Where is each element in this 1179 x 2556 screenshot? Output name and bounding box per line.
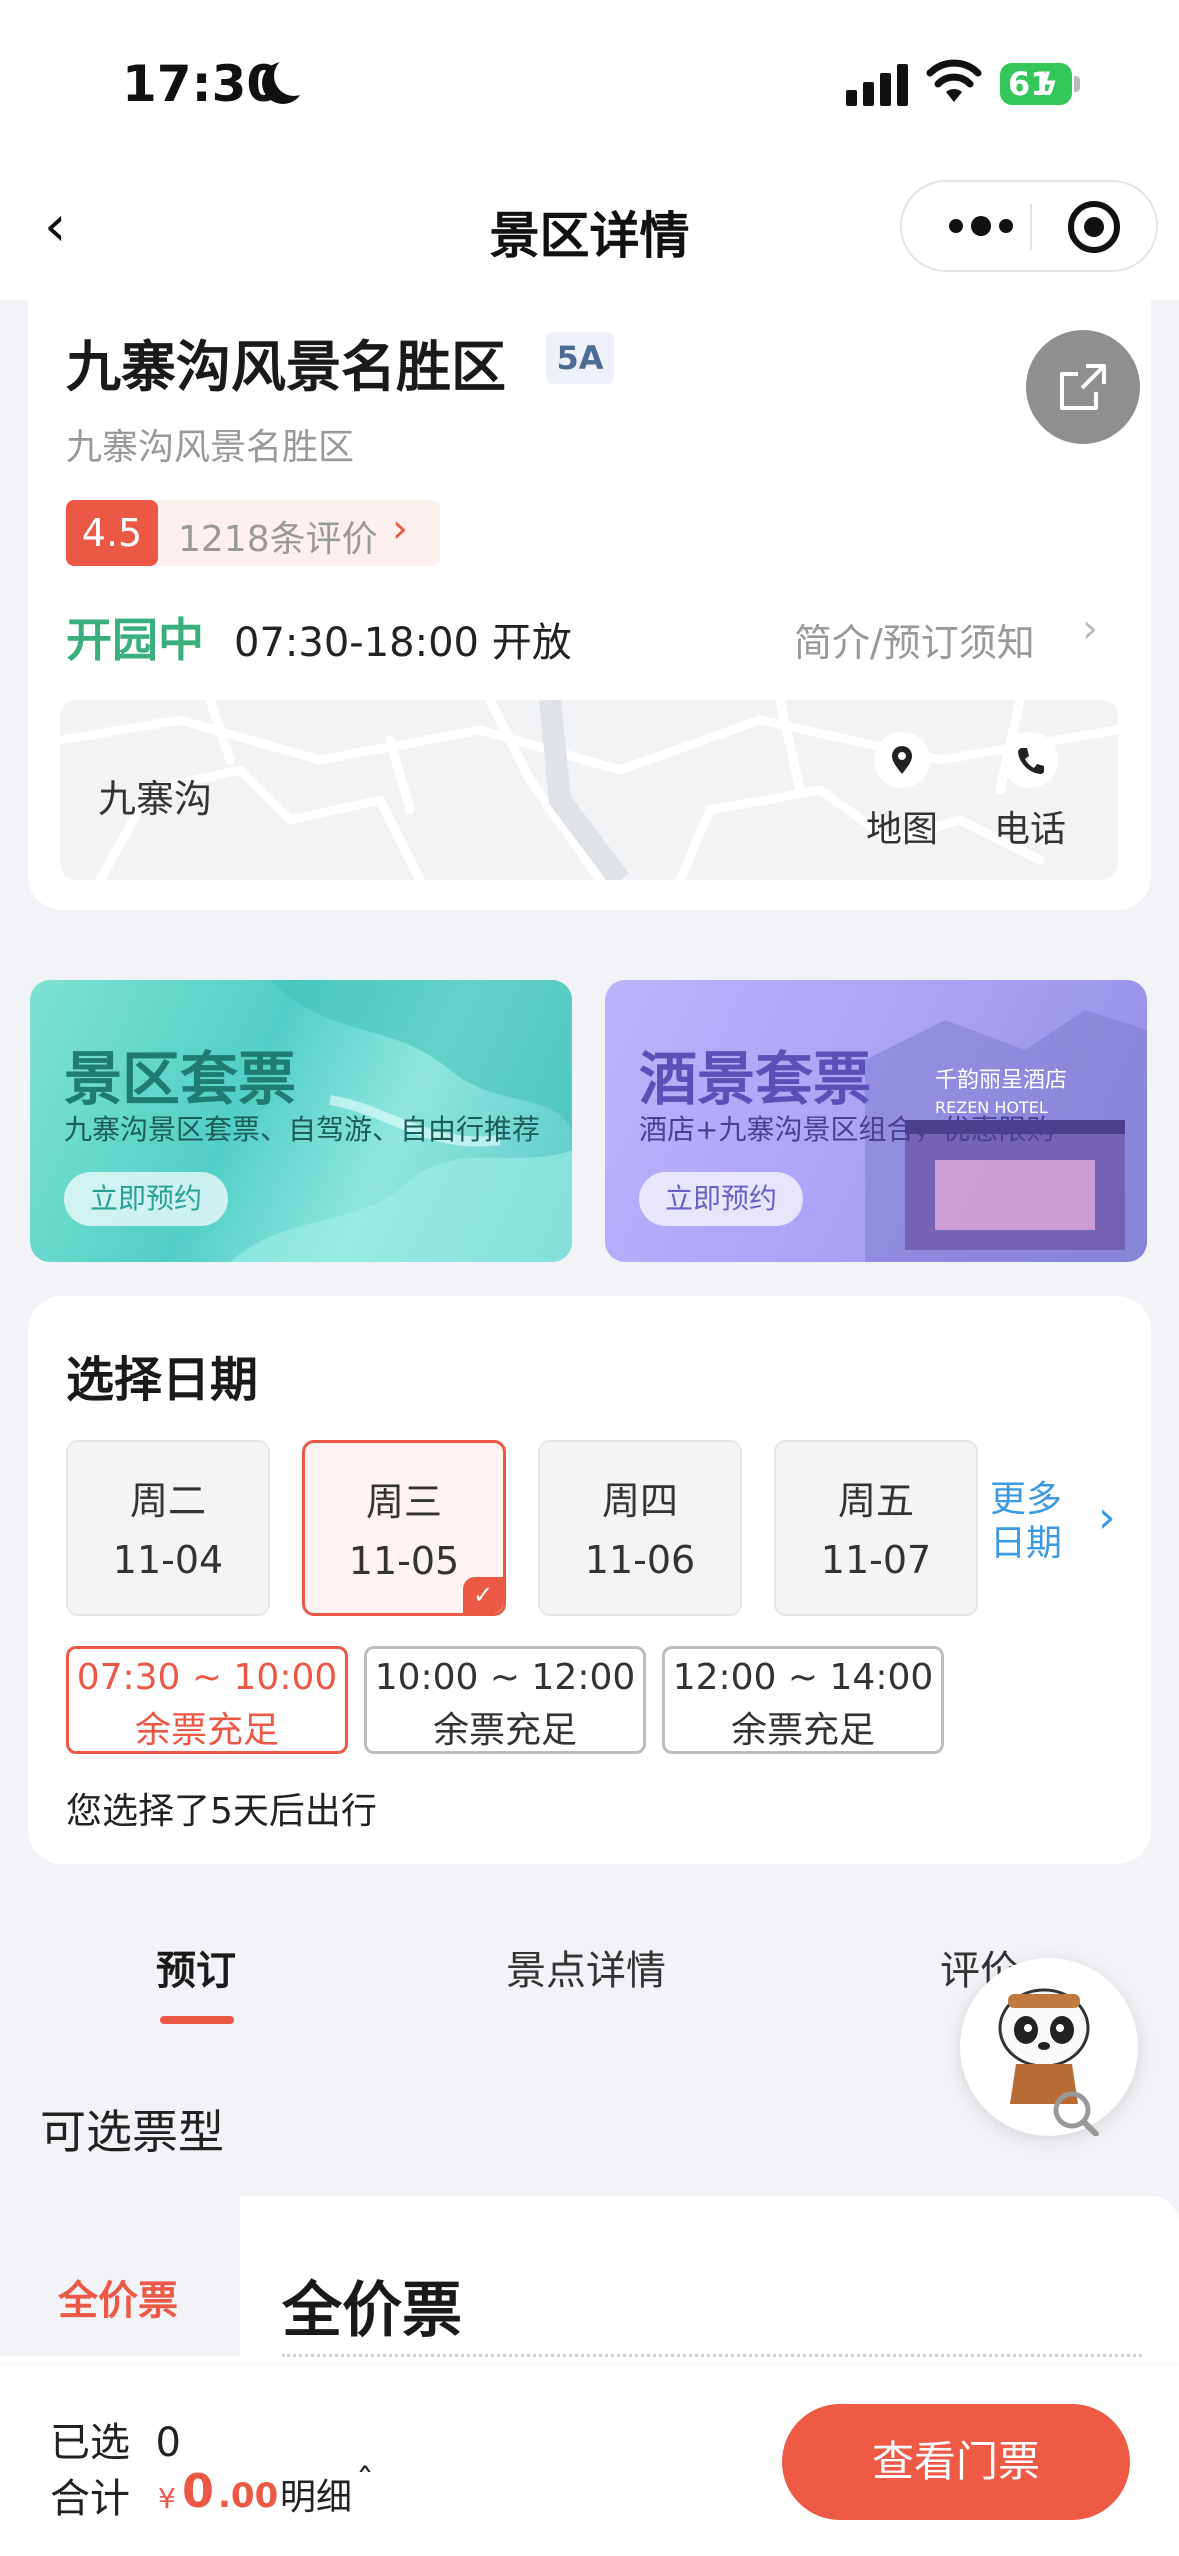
check-icon: ✓ — [463, 1577, 503, 1613]
chevron-right-icon: › — [1082, 606, 1098, 652]
hotel-package-banner[interactable]: 酒景套票 千韵丽呈酒店 REZEN HOTEL 酒店+九寨沟景区组合，优惠限购 立… — [605, 980, 1147, 1262]
close-miniapp-icon[interactable] — [1068, 201, 1120, 253]
battery-tip — [1074, 76, 1080, 92]
time-slot[interactable]: 12:00 ~ 14:00 余票充足 — [662, 1646, 944, 1754]
map-pin-icon[interactable] — [874, 732, 930, 788]
map-place-name: 九寨沟 — [98, 777, 213, 821]
share-button[interactable] — [1026, 330, 1140, 444]
tab-booking[interactable]: 预订 — [156, 1938, 236, 1996]
wifi-icon — [926, 59, 982, 102]
promo-subtitle: 九寨沟景区套票、自驾游、自由行推荐 — [64, 1113, 541, 1146]
more-dates-link[interactable]: 更多日期 — [990, 1478, 1070, 1566]
opening-hours: 07:30-18:00 开放 — [234, 620, 572, 666]
status-time: 17:30 — [122, 55, 282, 113]
level-badge: 5A — [546, 332, 614, 384]
date-option[interactable]: 周四 11-06 — [538, 1440, 742, 1616]
promo-title: 景区套票 — [64, 1045, 297, 1113]
date-option-selected[interactable]: 周三 11-05 ✓ — [302, 1440, 506, 1616]
chevron-right-icon[interactable]: › — [1098, 1492, 1116, 1543]
phone-icon[interactable] — [1002, 732, 1058, 788]
currency-symbol: ¥ — [158, 2482, 176, 2515]
price-detail-toggle[interactable]: 明细 — [280, 2468, 352, 2520]
map-button-label[interactable]: 地图 — [866, 800, 938, 852]
panda-mascot-icon — [998, 1988, 1099, 2137]
more-options-icon[interactable] — [936, 182, 1026, 270]
scenic-subname: 九寨沟风景名胜区 — [66, 427, 355, 468]
total-label: 合计 — [50, 2476, 130, 2522]
map-roads — [60, 700, 1118, 880]
promo-book-button[interactable]: 立即预约 — [639, 1172, 803, 1226]
miniapp-capsule — [900, 180, 1158, 272]
promo-title: 酒景套票 — [639, 1045, 872, 1113]
active-tab-indicator — [160, 2016, 234, 2024]
date-picker-title: 选择日期 — [66, 1352, 259, 1408]
date-option[interactable]: 周二 11-04 — [66, 1440, 270, 1616]
scenic-package-banner[interactable]: 景区套票 九寨沟景区套票、自驾游、自由行推荐 立即预约 — [30, 980, 572, 1262]
total-amount-decimal: .00 — [218, 2476, 279, 2516]
date-option[interactable]: 周五 11-07 — [774, 1440, 978, 1616]
time-slot[interactable]: 10:00 ~ 12:00 余票充足 — [364, 1646, 646, 1754]
tab-attraction-details[interactable]: 景点详情 — [506, 1938, 666, 1996]
ticket-types-title: 可选票型 — [40, 2105, 224, 2159]
open-status: 开园中 — [66, 613, 204, 667]
share-icon — [1060, 364, 1106, 410]
mini-map[interactable] — [60, 700, 1118, 880]
divider — [282, 2354, 1142, 2357]
intro-notice-link[interactable]: 简介/预订须知 — [794, 612, 1035, 667]
scenic-name: 九寨沟风景名胜区 — [66, 335, 507, 399]
selected-count: 已选 0 — [50, 2420, 181, 2466]
view-tickets-button[interactable]: 查看门票 — [782, 2404, 1130, 2520]
travel-hint: 您选择了5天后出行 — [66, 1791, 377, 1832]
chevron-right-icon: › — [392, 506, 408, 552]
time-slot-selected[interactable]: 07:30 ~ 10:00 余票充足 — [66, 1646, 348, 1754]
panda-assistant-button[interactable] — [960, 1958, 1138, 2137]
cellular-signal-icon — [846, 62, 908, 106]
charging-bolt-icon: ϟ — [1039, 67, 1058, 100]
battery-indicator: 61 ϟ — [1000, 63, 1072, 105]
rating-score: 4.5 — [66, 500, 158, 566]
chevron-up-icon[interactable]: ˆ — [356, 2462, 374, 2503]
total-amount: 0 — [182, 2464, 215, 2518]
promo-subtitle: 酒店+九寨沟景区组合，优惠限购 — [639, 1113, 1055, 1146]
phone-button-label[interactable]: 电话 — [994, 800, 1066, 852]
review-count[interactable]: 1218条评价 — [178, 510, 378, 562]
ticket-name: 全价票 — [282, 2276, 462, 2346]
ticket-category-item[interactable]: 全价票 — [58, 2268, 178, 2326]
promo-book-button[interactable]: 立即预约 — [64, 1172, 228, 1226]
moon-icon — [262, 56, 314, 104]
